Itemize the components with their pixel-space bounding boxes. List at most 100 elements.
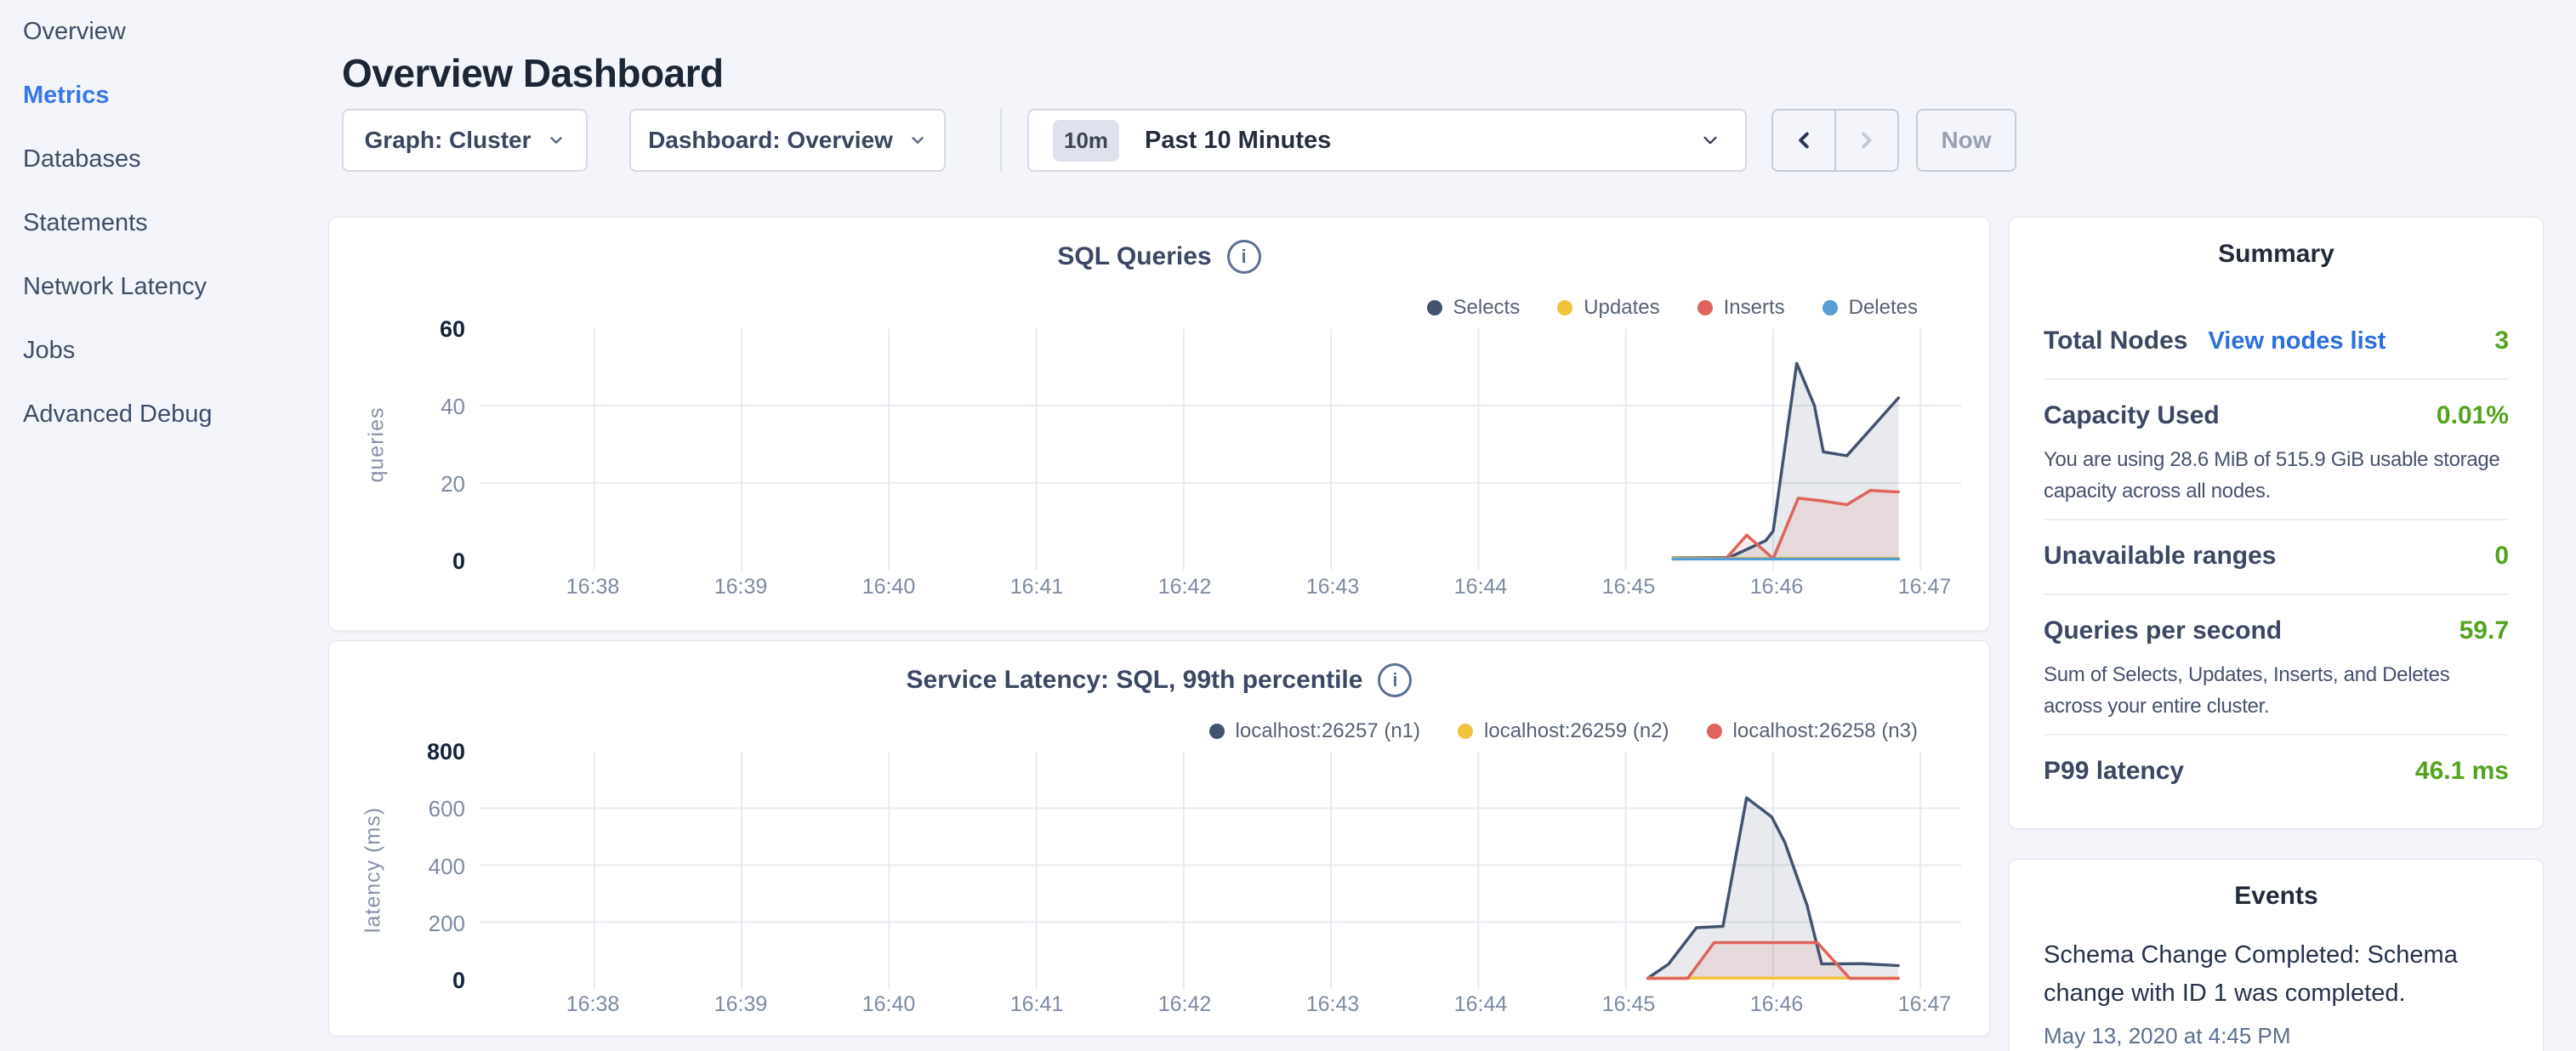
summary-value: 0.01%	[2437, 401, 2509, 430]
legend-label: localhost:26257 (n1)	[1236, 719, 1420, 743]
x-axis-tick-label: 16:46	[1750, 575, 1804, 599]
summary-title: Summary	[2044, 218, 2509, 269]
legend-item: localhost:26259 (n2)	[1458, 719, 1669, 743]
x-axis-tick-label: 16:44	[1454, 575, 1508, 599]
x-axis-tick-label: 16:44	[1454, 992, 1508, 1017]
x-axis-tick-label: 16:46	[1750, 992, 1804, 1017]
legend-dot-icon	[1697, 300, 1713, 315]
summary-description: Sum of Selects, Updates, Inserts, and De…	[2044, 659, 2509, 722]
sidebar-item-network-latency[interactable]: Network Latency	[0, 255, 328, 319]
time-range-selector[interactable]: 10m Past 10 Minutes	[1027, 109, 1747, 172]
x-axis-tick-label: 16:42	[1158, 992, 1212, 1017]
summary-label: Unavailable ranges	[2044, 542, 2276, 571]
graph-scope-dropdown-label: Graph: Cluster	[364, 127, 531, 154]
series-area	[1648, 978, 1899, 979]
graph-scope-dropdown[interactable]: Graph: Cluster	[342, 109, 588, 172]
legend-label: localhost:26258 (n3)	[1733, 719, 1918, 743]
chevron-left-icon	[1791, 128, 1817, 153]
y-axis-label: latency (ms)	[361, 807, 386, 933]
series-area	[1648, 798, 1899, 979]
dashboard-dropdown[interactable]: Dashboard: Overview	[629, 109, 946, 172]
series-line	[1673, 363, 1898, 558]
x-axis-tick-label: 16:39	[714, 992, 768, 1017]
sidebar-item-jobs[interactable]: Jobs	[0, 319, 328, 383]
summary-label: Capacity Used	[2044, 401, 2220, 430]
series-line	[1648, 942, 1899, 978]
sidebar-item-statements[interactable]: Statements	[0, 191, 328, 255]
x-axis-tick-label: 16:38	[566, 992, 620, 1017]
time-step-buttons	[1771, 109, 1899, 172]
sql-queries-chart-card: SQL Queries i Selects Updates Inserts Delet…	[328, 217, 1990, 631]
chevron-right-icon	[1854, 128, 1879, 153]
view-nodes-list-link[interactable]: View nodes list	[2208, 327, 2386, 355]
chart-title-row: Service Latency: SQL, 99th percentile i	[329, 663, 1989, 697]
legend-dot-icon	[1557, 300, 1572, 315]
x-axis-tick-label: 16:38	[566, 575, 620, 599]
summary-value: 3	[2494, 327, 2509, 355]
dashboard-dropdown-label: Dashboard: Overview	[648, 127, 893, 154]
legend-dot-icon	[1209, 724, 1225, 739]
sidebar-item-databases[interactable]: Databases	[0, 128, 328, 191]
db-console-overview-page: Overview Metrics Databases Statements Ne…	[0, 0, 2576, 1051]
series-line	[1648, 798, 1899, 978]
legend-dot-icon	[1427, 300, 1442, 315]
x-axis-tick-label: 16:41	[1010, 992, 1064, 1017]
events-title: Events	[2044, 860, 2509, 911]
y-axis-tick-label: 800	[355, 737, 465, 766]
sidebar-item-overview[interactable]: Overview	[0, 0, 328, 64]
info-icon[interactable]: i	[1378, 663, 1412, 697]
y-axis-tick-label: 60	[355, 315, 465, 344]
summary-value: 46.1 ms	[2415, 757, 2509, 786]
summary-value: 59.7	[2459, 616, 2509, 645]
x-axis-tick-label: 16:41	[1010, 575, 1064, 599]
legend-dot-icon	[1458, 724, 1473, 739]
legend-label: Updates	[1584, 296, 1659, 320]
chart-title: SQL Queries	[1057, 242, 1211, 271]
series-area	[1648, 942, 1899, 979]
legend-item: Updates	[1557, 296, 1659, 320]
legend-item: Selects	[1427, 296, 1521, 320]
summary-row-queries-per-second: Queries per second 59.7 Sum of Selects, …	[2044, 595, 2509, 736]
legend-label: Deletes	[1849, 296, 1918, 320]
series-line	[1673, 491, 1898, 560]
series-area	[1673, 559, 1898, 560]
summary-panel: Summary Total Nodes View nodes list 3 Ca…	[2009, 217, 2544, 829]
chart-legend: localhost:26257 (n1) localhost:26259 (n2)…	[1209, 719, 1918, 743]
x-axis-tick-label: 16:45	[1602, 992, 1656, 1017]
x-axis-tick-label: 16:43	[1306, 992, 1360, 1017]
summary-row-p99-latency: P99 latency 46.1 ms	[2044, 736, 2509, 809]
chart-plot	[329, 641, 1989, 1036]
service-latency-chart-card: Service Latency: SQL, 99th percentile i …	[328, 640, 1990, 1037]
series-area	[1673, 363, 1898, 560]
x-axis-tick-label: 16:40	[862, 992, 916, 1017]
legend-label: Inserts	[1724, 296, 1785, 320]
time-step-back-button[interactable]	[1773, 111, 1834, 170]
summary-row-unavailable-ranges: Unavailable ranges 0	[2044, 520, 2509, 595]
summary-label: P99 latency	[2044, 757, 2184, 786]
summary-row-capacity-used: Capacity Used 0.01% You are using 28.6 M…	[2044, 380, 2509, 520]
sidebar-item-metrics[interactable]: Metrics	[0, 64, 328, 128]
x-axis-tick-label: 16:47	[1898, 575, 1952, 599]
summary-value: 0	[2494, 542, 2509, 571]
event-message: Schema Change Completed: Schema change w…	[2044, 936, 2509, 1013]
legend-item: localhost:26257 (n1)	[1209, 719, 1420, 743]
event-timestamp: May 13, 2020 at 4:45 PM	[2044, 1023, 2509, 1049]
x-axis-tick-label: 16:43	[1306, 575, 1360, 599]
info-icon[interactable]: i	[1227, 240, 1261, 274]
now-button[interactable]: Now	[1916, 109, 2016, 172]
time-step-forward-button[interactable]	[1836, 111, 1897, 170]
legend-label: localhost:26259 (n2)	[1484, 719, 1669, 743]
series-area	[1673, 559, 1898, 560]
time-window-label: Past 10 Minutes	[1145, 127, 1331, 155]
sidebar: Overview Metrics Databases Statements Ne…	[0, 0, 328, 1051]
summary-label: Queries per second	[2044, 616, 2282, 645]
legend-label: Selects	[1453, 296, 1521, 320]
y-axis-tick-label: 0	[355, 547, 465, 576]
legend-item: Inserts	[1697, 296, 1785, 320]
chevron-down-icon	[1699, 129, 1721, 151]
x-axis-tick-label: 16:42	[1158, 575, 1212, 599]
sidebar-item-advanced-debug[interactable]: Advanced Debug	[0, 383, 328, 446]
legend-item: localhost:26258 (n3)	[1707, 719, 1918, 743]
events-panel: Events Schema Change Completed: Schema c…	[2009, 859, 2544, 1051]
summary-label: Total Nodes	[2044, 327, 2187, 355]
